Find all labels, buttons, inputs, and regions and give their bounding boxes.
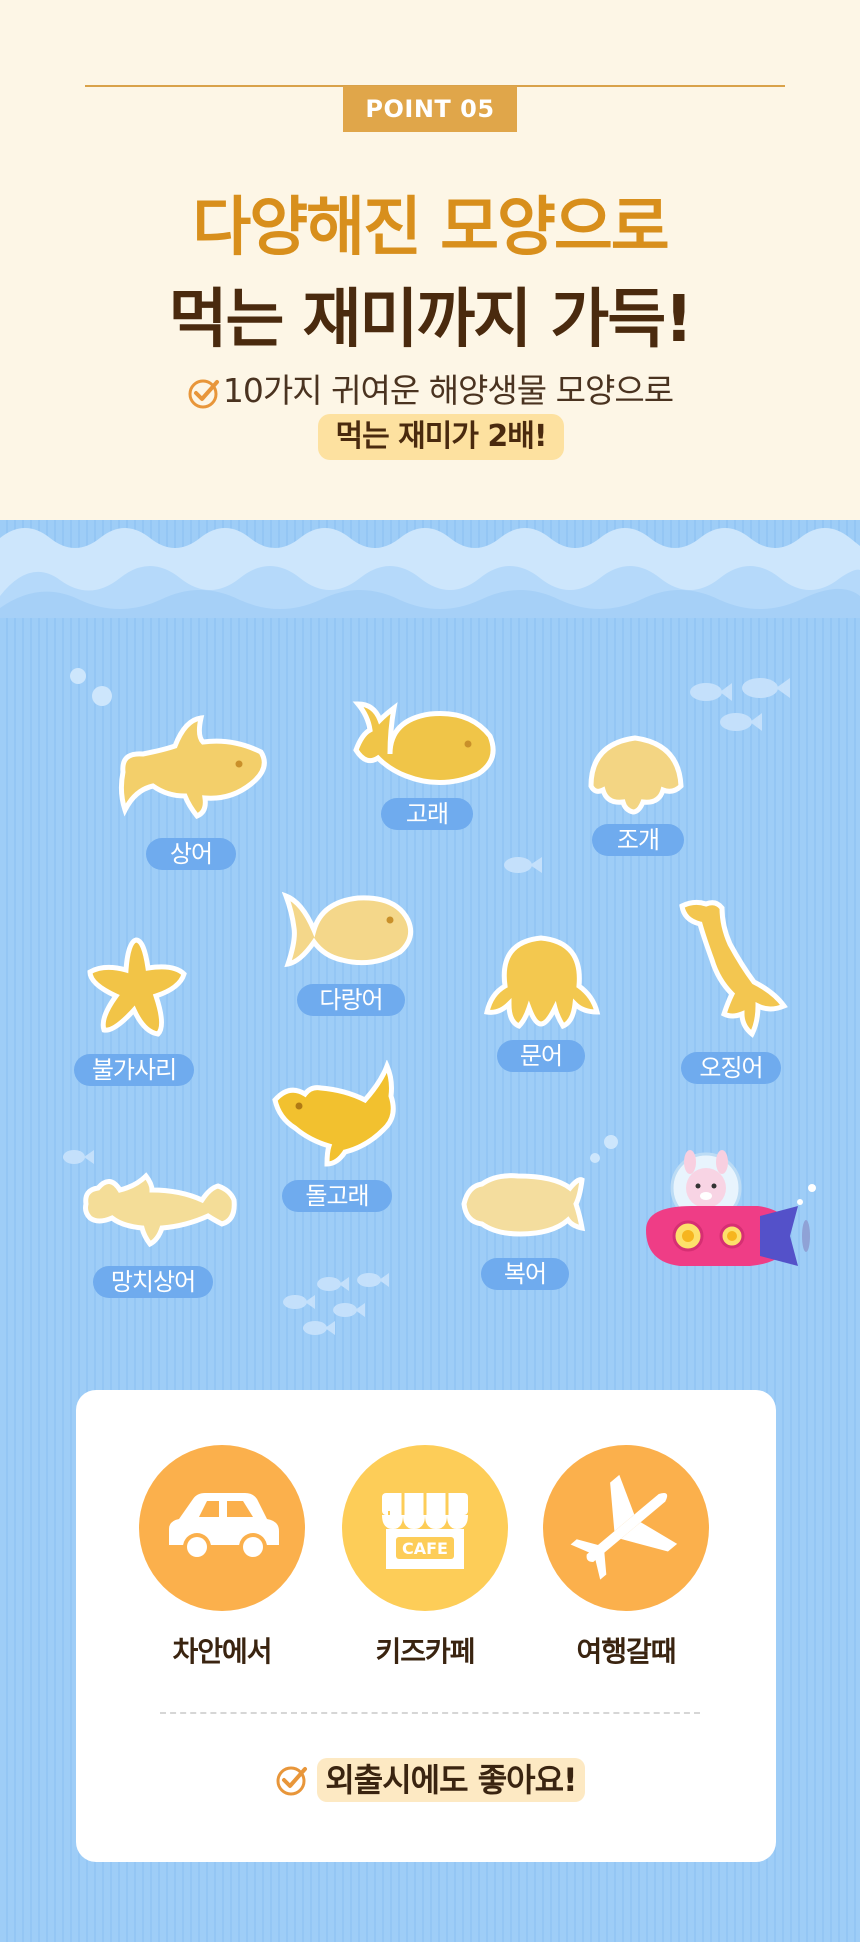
- whale-snack-image: [352, 701, 496, 786]
- footer: 외출시에도 좋아요!: [0, 1758, 860, 1802]
- fish-school-icon: [283, 1273, 389, 1335]
- shark-snack-image: [118, 715, 267, 820]
- hammerhead-snack-image: [83, 1172, 237, 1248]
- use-label-car: 차안에서: [172, 1635, 272, 1668]
- subtitle-line1: 10가지 귀여운 해양생물 모양으로: [0, 364, 860, 412]
- fish-icon: [504, 857, 542, 873]
- footer-text: 외출시에도 좋아요!: [317, 1758, 585, 1802]
- tuna-snack-image: [282, 891, 414, 968]
- dolphin-snack-image: [272, 1060, 396, 1167]
- bubbles-decoration: [590, 1135, 618, 1163]
- car-icon: [169, 1493, 279, 1561]
- headline-line1: 다양해진 모양으로: [192, 191, 669, 265]
- snack-label: 문어: [497, 1040, 585, 1072]
- submarine-mascot-image: [646, 1150, 816, 1266]
- snack-label: 고래: [381, 798, 473, 830]
- snack-label: 돌고래: [282, 1180, 392, 1212]
- car-circle: [139, 1445, 305, 1611]
- snack-label: 상어: [146, 838, 236, 870]
- top-section: POINT 05 다양해진 모양으로 먹는 재미까지 가득! 10가지 귀여운 …: [0, 0, 860, 560]
- headline-line2: 먹는 재미까지 가득!: [168, 283, 694, 357]
- snack-label: 복어: [481, 1258, 569, 1290]
- starfish-snack-image: [87, 937, 187, 1037]
- clam-snack-image: [588, 735, 684, 815]
- snack-label: 조개: [592, 824, 684, 856]
- pufferfish-snack-image: [461, 1173, 586, 1237]
- snack-label: 오징어: [681, 1052, 781, 1084]
- subtitle-line1-text: 10가지 귀여운 해양생물 모양으로: [222, 371, 674, 410]
- snack-label: 망치상어: [93, 1266, 213, 1298]
- cafe-icon: CAFE: [382, 1493, 468, 1569]
- octopus-snack-image: [483, 935, 601, 1030]
- cafe-circle: CAFE: [342, 1445, 508, 1611]
- airplane-circle: [543, 1445, 709, 1611]
- use-label-travel: 여행갈때: [576, 1635, 676, 1668]
- use-label-cafe: 키즈카페: [375, 1635, 475, 1668]
- point-badge: POINT 05: [343, 86, 517, 132]
- check-icon: [188, 379, 219, 408]
- check-icon: [276, 1766, 308, 1796]
- subtitle-highlight: 먹는 재미가 2배!: [318, 414, 564, 460]
- snack-label: 불가사리: [74, 1054, 194, 1086]
- airplane-icon: [570, 1474, 678, 1580]
- wave-border: [0, 528, 860, 618]
- dashed-divider: [160, 1712, 700, 1714]
- squid-snack-image: [679, 899, 788, 1038]
- bubbles-decoration: [70, 668, 112, 706]
- cafe-sign-text: CAFE: [402, 1539, 448, 1558]
- fish-school-icon: [690, 678, 790, 731]
- snack-label: 다랑어: [297, 984, 405, 1016]
